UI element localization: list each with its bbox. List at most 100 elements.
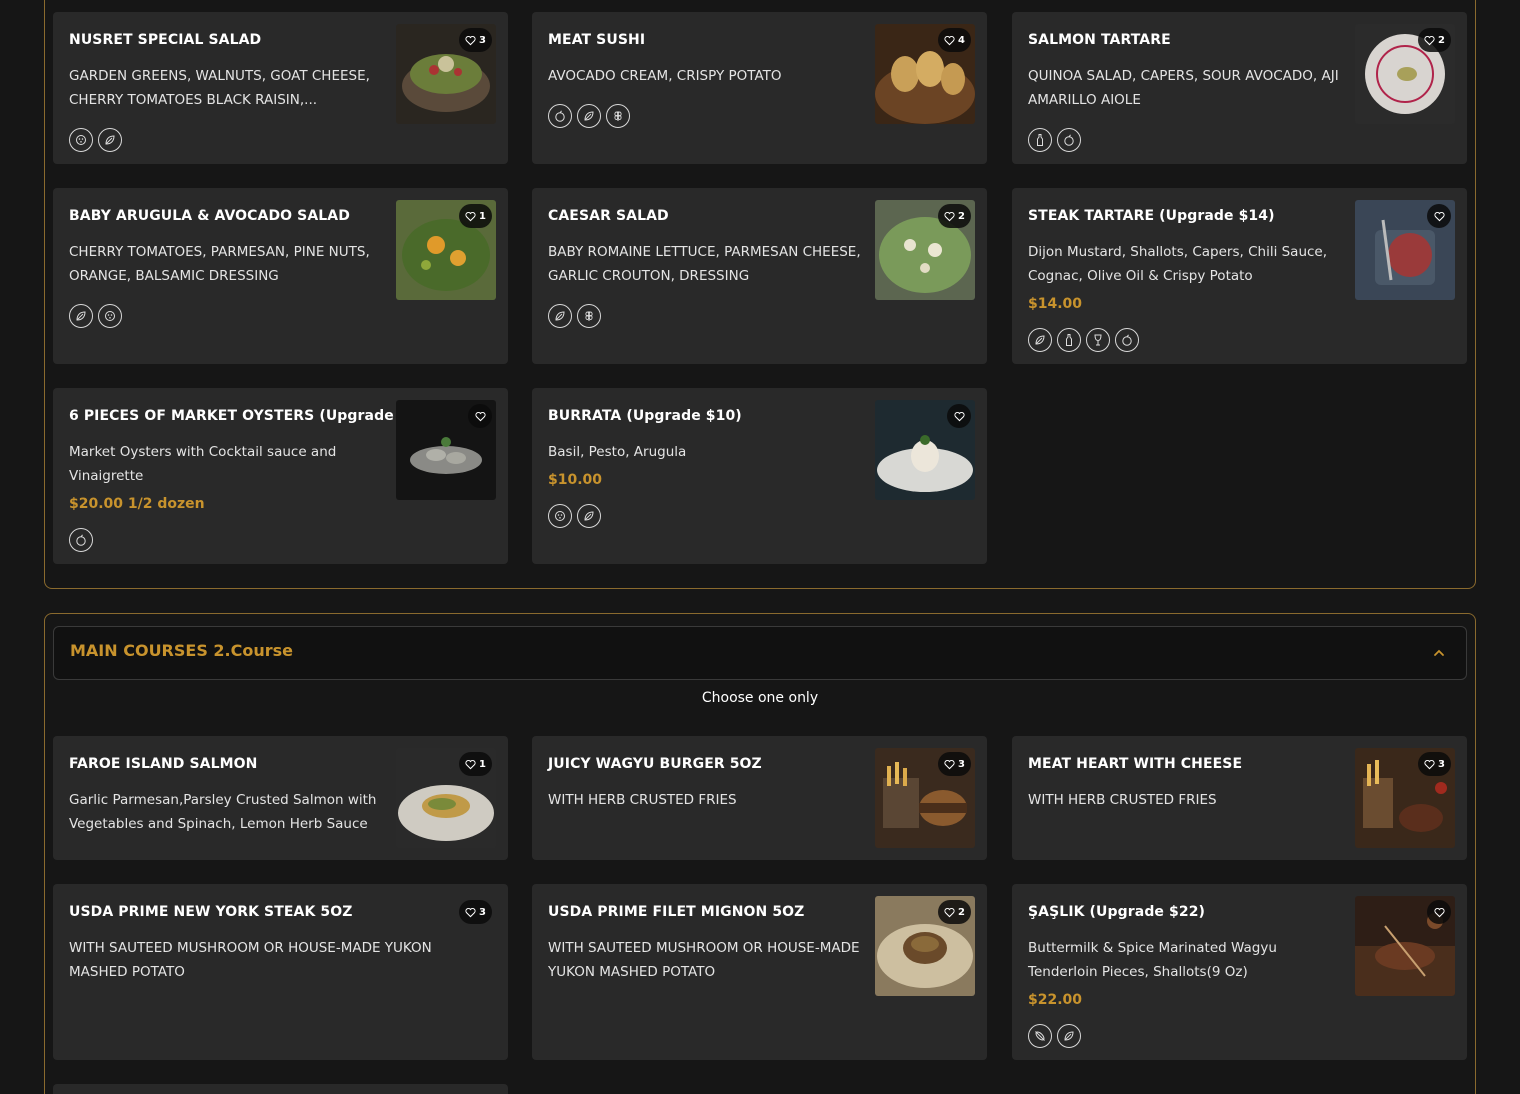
fruit-icon: [548, 104, 572, 128]
favorite-button[interactable]: [468, 404, 492, 428]
item-image[interactable]: 1: [396, 748, 496, 848]
heart-icon: [953, 411, 965, 421]
allergen-icons: [69, 304, 122, 328]
item-description: Dijon Mustard, Shallots, Capers, Chili S…: [1028, 244, 1328, 284]
menu-item-card[interactable]: 6 PIECES OF MARKET OYSTERS (Upgrade $20)…: [53, 388, 508, 564]
leaf-icon: [577, 504, 601, 528]
leaf-icon: [1057, 1024, 1081, 1048]
wheat-icon: [606, 104, 630, 128]
allergen-icons: [69, 128, 122, 152]
no-icon: [1028, 1024, 1052, 1048]
favorite-count: 1: [479, 210, 486, 222]
item-title: STEAK TARTARE (Upgrade $14): [1028, 208, 1275, 224]
wine-icon: [1086, 328, 1110, 352]
item-image[interactable]: [396, 400, 496, 500]
item-title: USDA PRIME NEW YORK STEAK 5OZ: [69, 904, 353, 920]
heart-icon: [465, 907, 476, 917]
favorite-button[interactable]: 4: [938, 28, 971, 52]
bottle-icon: [1057, 328, 1081, 352]
nut-icon: [69, 128, 93, 152]
favorite-button[interactable]: 2: [1418, 28, 1451, 52]
leaf-icon: [548, 304, 572, 328]
heart-icon: [465, 35, 476, 45]
heart-icon: [944, 35, 955, 45]
favorite-button[interactable]: 3: [1418, 752, 1451, 776]
item-image[interactable]: [875, 400, 975, 500]
nut-icon: [548, 504, 572, 528]
item-price: $20.00 1/2 dozen: [69, 496, 205, 512]
item-description: WITH HERB CRUSTED FRIES: [548, 792, 737, 808]
favorite-count: 3: [479, 34, 486, 46]
fruit-icon: [69, 528, 93, 552]
item-description: WITH SAUTEED MUSHROOM OR HOUSE-MADE YUKO…: [69, 940, 432, 980]
menu-item-card[interactable]: USDA PRIME FILET MIGNON 5OZ WITH SAUTEED…: [532, 884, 987, 1060]
menu-item-card[interactable]: USDA PRIME NEW YORK STEAK 5OZ WITH SAUTE…: [53, 884, 508, 1060]
menu-item-card[interactable]: CAESAR SALAD BABY ROMAINE LETTUCE, PARME…: [532, 188, 987, 364]
item-image[interactable]: [1355, 896, 1455, 996]
leaf-icon: [577, 104, 601, 128]
menu-item-card[interactable]: MEAT HEART WITH CHEESE WITH HERB CRUSTED…: [1012, 736, 1467, 860]
menu-item-card[interactable]: BABY ARUGULA & AVOCADO SALAD CHERRY TOMA…: [53, 188, 508, 364]
starters-section: NUSRET SPECIAL SALAD GARDEN GREENS, WALN…: [44, 0, 1476, 589]
favorite-button[interactable]: 3: [459, 28, 492, 52]
heart-icon: [1424, 35, 1435, 45]
item-title: FAROE ISLAND SALMON: [69, 756, 258, 772]
item-description: CHERRY TOMATOES, PARMESAN, PINE NUTS, OR…: [69, 244, 370, 284]
leaf-icon: [69, 304, 93, 328]
item-image[interactable]: 3: [396, 24, 496, 124]
item-image[interactable]: 2: [875, 200, 975, 300]
heart-icon: [1424, 759, 1435, 769]
leaf-icon: [98, 128, 122, 152]
item-description: AVOCADO CREAM, CRISPY POTATO: [548, 68, 782, 84]
item-price: $10.00: [548, 472, 603, 488]
allergen-icons: [69, 528, 93, 552]
item-image[interactable]: [1355, 200, 1455, 300]
menu-item-card[interactable]: FAROE ISLAND SALMON Garlic Parmesan,Pars…: [53, 736, 508, 860]
item-title: NUSRET SPECIAL SALAD: [69, 32, 262, 48]
favorite-count: 4: [958, 34, 965, 46]
favorite-button[interactable]: [1427, 900, 1451, 924]
menu-item-card[interactable]: STEAK TARTARE (Upgrade $14) Dijon Mustar…: [1012, 188, 1467, 364]
fruit-icon: [1115, 328, 1139, 352]
favorite-button[interactable]: [1427, 204, 1451, 228]
item-description: Market Oysters with Cocktail sauce and V…: [69, 444, 337, 484]
heart-icon: [474, 411, 486, 421]
menu-item-card[interactable]: JUICY WAGYU BURGER 5OZ WITH HERB CRUSTED…: [532, 736, 987, 860]
favorite-button[interactable]: 2: [938, 204, 971, 228]
favorite-count: 3: [479, 906, 486, 918]
favorite-button[interactable]: 1: [459, 752, 492, 776]
leaf-icon: [1028, 328, 1052, 352]
allergen-icons: [1028, 128, 1081, 152]
nut-icon: [98, 304, 122, 328]
menu-item-card[interactable]: SALMON TARTARE QUINOA SALAD, CAPERS, SOU…: [1012, 12, 1467, 164]
item-title: BURRATA (Upgrade $10): [548, 408, 742, 424]
fruit-icon: [1057, 128, 1081, 152]
menu-item-card[interactable]: BURRATA (Upgrade $10) Basil, Pesto, Arug…: [532, 388, 987, 564]
allergen-icons: [548, 304, 601, 328]
item-image[interactable]: 3: [1355, 748, 1455, 848]
favorite-count: 2: [958, 210, 965, 222]
favorite-button[interactable]: 3: [459, 900, 492, 924]
category-title: MAIN COURSES 2.Course: [70, 641, 294, 660]
favorite-button[interactable]: 1: [459, 204, 492, 228]
item-description: Basil, Pesto, Arugula: [548, 444, 687, 460]
item-image[interactable]: 3: [875, 748, 975, 848]
heart-icon: [944, 759, 955, 769]
favorite-button[interactable]: 3: [938, 752, 971, 776]
chevron-up-icon[interactable]: [1430, 644, 1448, 662]
item-image[interactable]: 2: [875, 896, 975, 996]
menu-item-card[interactable]: NUSRET SPECIAL SALAD GARDEN GREENS, WALN…: [53, 12, 508, 164]
menu-item-card[interactable]: MEAT SUSHI AVOCADO CREAM, CRISPY POTATO …: [532, 12, 987, 164]
item-image[interactable]: 1: [396, 200, 496, 300]
item-description: WITH HERB CRUSTED FRIES: [1028, 792, 1217, 808]
heart-icon: [1433, 211, 1445, 221]
item-image[interactable]: 2: [1355, 24, 1455, 124]
favorite-button[interactable]: [947, 404, 971, 428]
allergen-icons: [1028, 1024, 1081, 1048]
favorite-button[interactable]: 2: [938, 900, 971, 924]
category-header[interactable]: MAIN COURSES 2.Course: [53, 626, 1467, 680]
favorite-count: 3: [958, 758, 965, 770]
menu-item-card[interactable]: [53, 1084, 508, 1094]
item-image[interactable]: 4: [875, 24, 975, 124]
menu-item-card[interactable]: ŞAŞLIK (Upgrade $22) Buttermilk & Spice …: [1012, 884, 1467, 1060]
